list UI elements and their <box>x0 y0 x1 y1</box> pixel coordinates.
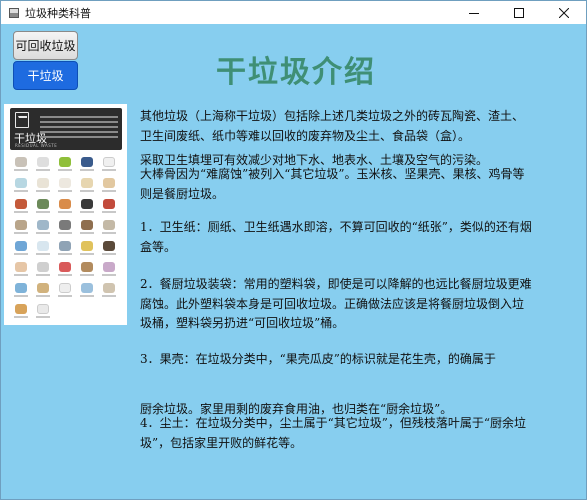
page-title: 干垃圾介绍 <box>216 55 376 90</box>
brush-icon <box>12 219 31 236</box>
paragraph-dust: 4．尘土：在垃圾分类中，尘土属于“其它垃圾”，但残枝落叶属于“厨余垃圾”，包括家… <box>140 416 527 450</box>
poster-subtitle: RESIDUAL WASTE <box>15 143 58 148</box>
stick-icon <box>100 282 119 299</box>
minimize-button[interactable] <box>451 1 496 24</box>
lighter-icon <box>56 261 75 278</box>
sponge-icon <box>56 156 75 173</box>
dirty-paper-icon <box>34 156 53 173</box>
paragraph-kitchen-bags: 2．餐厨垃圾装袋：常用的塑料袋，即使是可以降解的也远比餐厨垃圾更难腐蚀。此外塑料… <box>140 277 532 330</box>
trash-bin-icon <box>15 112 29 128</box>
towel-icon <box>34 198 53 215</box>
feather-icon <box>56 282 75 299</box>
maximize-button[interactable] <box>496 1 541 24</box>
close-button[interactable] <box>541 1 586 24</box>
dust-icon <box>100 219 119 236</box>
tissue-icon <box>100 156 119 173</box>
toothbrush-icon <box>12 240 31 257</box>
battery-icon <box>56 198 75 215</box>
app-icon <box>9 7 19 18</box>
paragraph-bones: 大棒骨因为“难腐蚀”被列入“其它垃圾”。玉米核、坚果壳、果核、鸡骨等则是餐厨垃圾… <box>140 167 525 201</box>
paragraph-definition: 其他垃圾（上海称干垃圾）包括除上述几类垃圾之外的砖瓦陶瓷、渣土、卫生间废纸、纸巾… <box>140 109 525 143</box>
cloth-icon <box>100 261 119 278</box>
ribbon-icon <box>78 282 97 299</box>
razor-icon <box>56 240 75 257</box>
window-title: 垃圾种类科普 <box>25 6 91 20</box>
maximize-icon <box>513 7 524 18</box>
recyclable-waste-button[interactable]: 可回收垃圾 <box>13 31 78 60</box>
poster-description-lines <box>40 116 118 142</box>
dry-waste-poster-image: 干垃圾 RESIDUAL WASTE <box>4 104 127 325</box>
paragraph-toilet-paper: 1．卫生纸：厕纸、卫生纸遇水即溶，不算可回收的“纸张”，类似的还有烟盒等。 <box>140 220 532 254</box>
mop-icon <box>56 219 75 236</box>
rope-icon <box>78 261 97 278</box>
diaper-icon <box>34 177 53 194</box>
ceramic-bowl-icon <box>12 156 31 173</box>
dry-waste-button[interactable]: 干垃圾 <box>13 61 78 90</box>
tape-icon <box>34 261 53 278</box>
wipe-icon <box>34 303 53 320</box>
poster-header: 干垃圾 RESIDUAL WASTE <box>10 108 122 150</box>
poster-items-grid <box>12 156 124 320</box>
band-aid-icon <box>12 261 31 278</box>
hair-icon <box>100 240 119 257</box>
title-bar: 垃圾种类科普 <box>1 1 586 24</box>
cigarette-box-icon <box>78 156 97 173</box>
pencil-icon <box>78 240 97 257</box>
window-controls <box>451 1 586 24</box>
paragraph-shells: 3．果壳：在垃圾分类中，“果壳瓜皮”的标识就是花生壳，的确属于 <box>140 352 496 366</box>
shell-icon <box>100 177 119 194</box>
close-icon <box>558 7 569 18</box>
chopsticks-icon <box>34 282 53 299</box>
mask-icon <box>34 240 53 257</box>
glove-icon <box>34 219 53 236</box>
pen-icon <box>12 198 31 215</box>
bottle-icon <box>12 282 31 299</box>
app-window: 垃圾种类科普 可回收垃圾 干垃圾 干垃圾介绍 干垃圾 RESIDUAL WAST… <box>0 0 587 500</box>
cup-icon <box>100 198 119 215</box>
bone-icon <box>78 177 97 194</box>
minimize-icon <box>468 12 479 14</box>
plastic-bag-icon <box>78 198 97 215</box>
cotton-swab-icon <box>56 177 75 194</box>
comb-icon <box>78 219 97 236</box>
bread-icon <box>12 303 31 320</box>
broken-glass-icon <box>12 177 31 194</box>
